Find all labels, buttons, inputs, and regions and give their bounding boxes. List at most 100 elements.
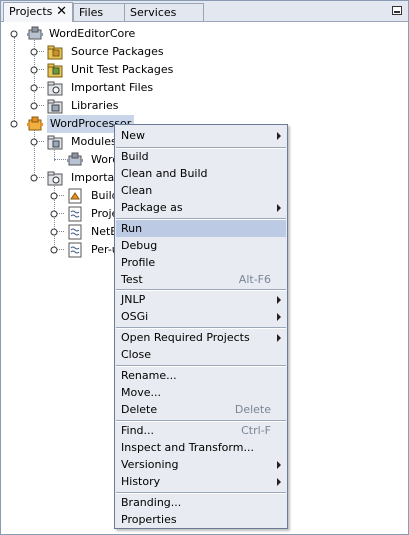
minimize-icon[interactable]: [392, 6, 402, 15]
tab-services[interactable]: Services: [124, 3, 204, 21]
expand-toggle-icon[interactable]: [10, 30, 18, 38]
tree-item-unit-test-packages[interactable]: Unit Test Packages: [1, 61, 301, 79]
submenu-arrow-icon: [277, 132, 281, 140]
menu-item-close[interactable]: Close: [116, 346, 286, 363]
menu-item-versioning[interactable]: Versioning: [116, 456, 286, 473]
package-folder-icon: [47, 45, 63, 60]
tree-item-word-module[interactable]: Word: [1, 151, 121, 169]
expand-toggle-icon[interactable]: [30, 84, 38, 92]
submenu-arrow-icon: [277, 313, 281, 321]
menu-item-move[interactable]: Move...: [116, 384, 286, 401]
menu-shortcut: Delete: [234, 403, 271, 416]
properties-file-icon: [68, 206, 82, 222]
menu-item-package-as[interactable]: Package as: [116, 199, 286, 216]
expand-toggle-icon[interactable]: [50, 246, 58, 254]
submenu-arrow-icon: [277, 204, 281, 212]
menu-item-delete[interactable]: Delete Delete: [116, 401, 286, 418]
tab-bar: Projects ✕ Files Services: [1, 1, 408, 22]
menu-item-label: Find...: [121, 424, 155, 437]
menu-item-label: Run: [121, 222, 143, 235]
tab-services-label: Services: [130, 6, 177, 19]
menu-item-label: Clean and Build: [121, 167, 208, 180]
menu-item-rename[interactable]: Rename...: [116, 367, 286, 384]
expand-toggle-icon[interactable]: [10, 120, 18, 128]
tree-item-build-script[interactable]: Build: [1, 187, 121, 205]
menu-item-history[interactable]: History: [116, 473, 286, 490]
module-suite-icon: [27, 26, 43, 40]
tree-item-wordeditorcore[interactable]: WordEditorCore: [1, 25, 301, 43]
menu-item-find[interactable]: Find... Ctrl-F: [116, 422, 286, 439]
tree-item-label: WordEditorCore: [49, 27, 136, 40]
menu-item-label: Properties: [121, 513, 177, 526]
menu-item-profile[interactable]: Profile: [116, 254, 286, 271]
menu-item-label: OSGi: [121, 310, 149, 323]
menu-item-osgi[interactable]: OSGi: [116, 308, 286, 325]
menu-item-properties[interactable]: Properties: [116, 511, 286, 528]
tree-item-important-files-2[interactable]: Important: [1, 169, 126, 187]
tab-files[interactable]: Files: [73, 3, 125, 21]
menu-item-label: Test: [121, 273, 143, 286]
menu-item-label: Build: [121, 150, 149, 163]
menu-item-label: Close: [121, 348, 151, 361]
modules-folder-icon: [47, 135, 63, 150]
tree-item-label: Important Files: [71, 81, 154, 94]
close-icon[interactable]: ✕: [56, 3, 67, 21]
tree-item-libraries[interactable]: Libraries: [1, 97, 301, 115]
menu-shortcut: Alt-F6: [238, 273, 271, 286]
tree-item-netbeans-platform[interactable]: NetB: [1, 223, 121, 241]
menu-item-jnlp[interactable]: JNLP: [116, 291, 286, 308]
submenu-arrow-icon: [277, 478, 281, 486]
menu-item-label: Delete: [121, 403, 158, 416]
properties-file-icon: [68, 224, 82, 240]
tab-projects[interactable]: Projects ✕: [3, 2, 73, 22]
important-files-icon: [47, 171, 63, 186]
menu-item-label: New: [121, 129, 145, 142]
tab-files-label: Files: [79, 6, 104, 19]
expand-toggle-icon[interactable]: [30, 66, 38, 74]
menu-item-branding[interactable]: Branding...: [116, 494, 286, 511]
menu-item-label: History: [121, 475, 161, 488]
menu-item-label: Versioning: [121, 458, 179, 471]
tree-item-label: Modules: [71, 135, 117, 148]
menu-item-label: Inspect and Transform...: [121, 441, 254, 454]
expand-toggle-icon[interactable]: [50, 210, 58, 218]
menu-item-label: JNLP: [121, 293, 146, 306]
menu-item-label: Rename...: [121, 369, 177, 382]
menu-item-debug[interactable]: Debug: [116, 237, 286, 254]
menu-item-open-required-projects[interactable]: Open Required Projects: [116, 329, 286, 346]
build-script-icon: [68, 188, 82, 204]
suite-icon: [27, 116, 43, 131]
expand-toggle-icon[interactable]: [30, 48, 38, 56]
menu-item-test[interactable]: Test Alt-F6: [116, 271, 286, 288]
important-files-icon: [47, 81, 63, 96]
expand-toggle-icon[interactable]: [30, 138, 38, 146]
tree-item-label: Unit Test Packages: [71, 63, 174, 76]
tree-item-label: Source Packages: [71, 45, 164, 58]
menu-item-run[interactable]: Run: [116, 220, 286, 237]
tree-item-per-user-properties[interactable]: Per-u: [1, 241, 121, 259]
menu-item-label: Branding...: [121, 496, 182, 509]
expand-toggle-icon[interactable]: [50, 192, 58, 200]
menu-item-inspect-and-transform[interactable]: Inspect and Transform...: [116, 439, 286, 456]
submenu-arrow-icon: [277, 461, 281, 469]
menu-item-new[interactable]: New: [116, 127, 286, 144]
tree-item-modules[interactable]: Modules: [1, 133, 121, 151]
expand-toggle-icon[interactable]: [30, 102, 38, 110]
menu-item-clean-and-build[interactable]: Clean and Build: [116, 165, 286, 182]
expand-toggle-icon[interactable]: [30, 174, 38, 182]
expand-toggle-icon[interactable]: [50, 228, 58, 236]
tab-projects-label: Projects: [9, 5, 53, 18]
tree-item-project-properties[interactable]: Proje: [1, 205, 121, 223]
menu-item-build[interactable]: Build: [116, 148, 286, 165]
menu-item-label: Debug: [121, 239, 158, 252]
menu-shortcut: Ctrl-F: [241, 424, 271, 437]
tree-item-important-files[interactable]: Important Files: [1, 79, 301, 97]
menu-item-label: Clean: [121, 184, 153, 197]
properties-file-icon: [68, 242, 82, 258]
libraries-icon: [47, 99, 63, 114]
tree-item-source-packages[interactable]: Source Packages: [1, 43, 301, 61]
menu-item-clean[interactable]: Clean: [116, 182, 286, 199]
menu-item-label: Open Required Projects: [121, 331, 250, 344]
module-icon: [67, 152, 83, 166]
test-folder-icon: [47, 63, 63, 78]
